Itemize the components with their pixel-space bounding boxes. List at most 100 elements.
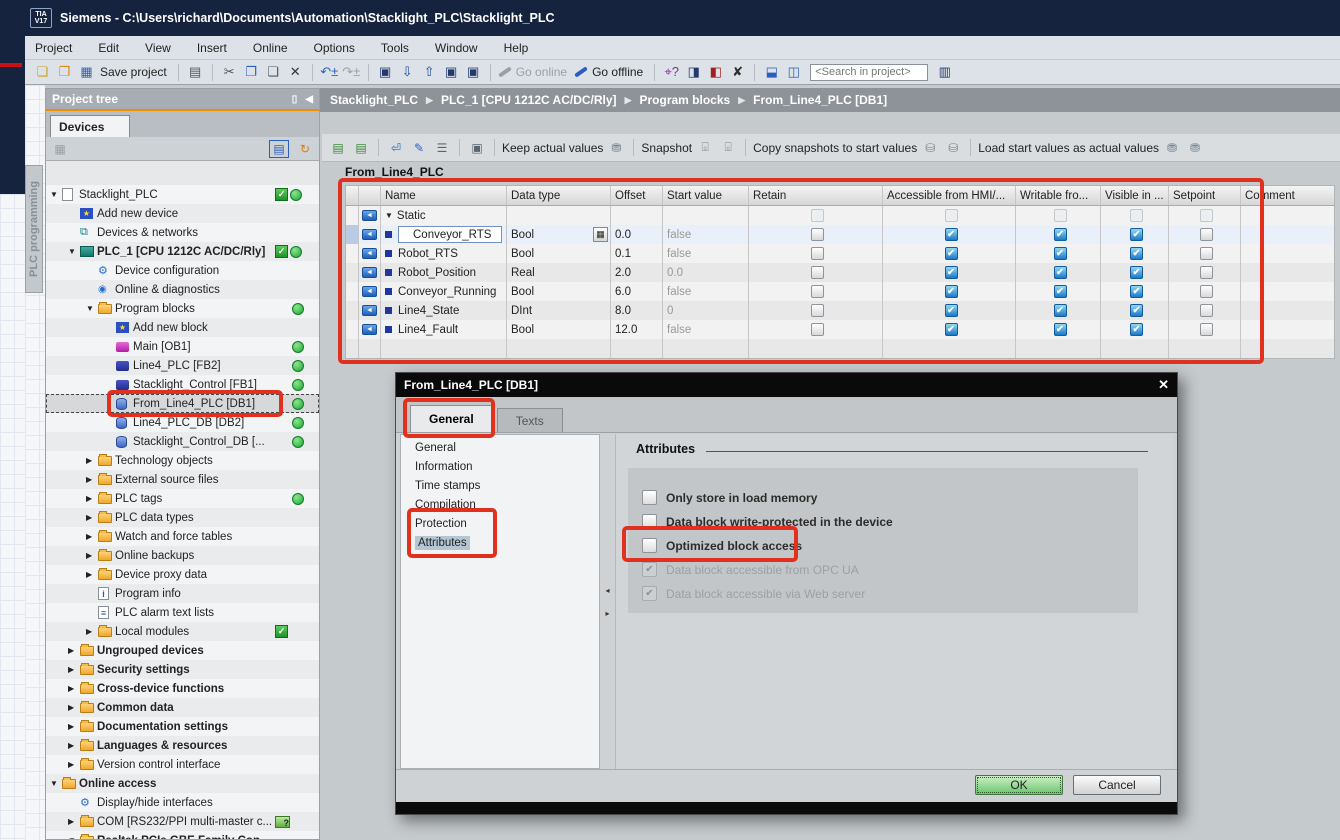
search-input[interactable]: <Search in project> — [810, 64, 928, 81]
nav-information[interactable]: Information — [401, 457, 599, 476]
attr-write-protected-row[interactable]: Data block write-protected in the device — [642, 514, 893, 529]
go-online-button[interactable]: Go online — [516, 65, 567, 79]
retain-checkbox[interactable] — [811, 228, 824, 241]
accessible-checkbox[interactable]: ✔ — [945, 247, 958, 260]
tree-item-com-interface[interactable]: ▶COM [RS232/PPI multi-master c...? — [46, 812, 319, 831]
comment-cell[interactable] — [1241, 263, 1334, 282]
go-offline-icon[interactable] — [574, 66, 588, 77]
writable-checkbox[interactable]: ✔ — [1054, 285, 1067, 298]
redo-icon[interactable]: ↷± — [342, 63, 361, 82]
copy-snapshots-button[interactable]: Copy snapshots to start values — [753, 141, 917, 155]
initialize-setpoints-icon[interactable]: ✎ — [409, 138, 429, 157]
retain-checkbox[interactable] — [811, 247, 824, 260]
cut-icon[interactable]: ✂ — [220, 63, 239, 82]
breadcrumb-program-blocks[interactable]: Program blocks — [639, 93, 730, 107]
write-protected-checkbox[interactable] — [642, 514, 657, 529]
tree-item-local-modules[interactable]: ▶Local modules✓ — [46, 622, 319, 641]
reset-start-values-icon[interactable]: ⏎ — [386, 138, 406, 157]
accessible-checkbox[interactable]: ✔ — [945, 304, 958, 317]
menu-tools[interactable]: Tools — [381, 41, 409, 55]
menu-online[interactable]: Online — [253, 41, 288, 55]
details-view-icon[interactable]: ▤ — [269, 140, 289, 158]
tree-item-realtek-interface[interactable]: ▼Realtek PCIe GBE Family Con... — [46, 831, 319, 839]
snapshot-button[interactable]: Snapshot — [641, 141, 692, 155]
tree-item-security-settings[interactable]: ▶Security settings — [46, 660, 319, 679]
tree-item-technology-objects[interactable]: ▶Technology objects — [46, 451, 319, 470]
col-writable[interactable]: Writable fro... — [1016, 186, 1101, 205]
retain-checkbox[interactable] — [811, 266, 824, 279]
menu-view[interactable]: View — [145, 41, 171, 55]
accessible-checkbox[interactable]: ✔ — [945, 323, 958, 336]
comment-cell[interactable] — [1241, 301, 1334, 320]
print-icon[interactable]: ▤ — [186, 63, 205, 82]
visible-checkbox[interactable] — [1130, 209, 1143, 222]
writable-checkbox[interactable]: ✔ — [1054, 266, 1067, 279]
keep-values-db-icon[interactable]: ⛃ — [606, 138, 626, 157]
col-start-value[interactable]: Start value — [663, 186, 749, 205]
load-values-icon[interactable]: ⛃ — [1162, 138, 1182, 157]
comment-cell[interactable] — [1241, 244, 1334, 263]
splitter-left-icon[interactable]: ◂ — [605, 586, 609, 595]
visible-checkbox[interactable]: ✔ — [1130, 228, 1143, 241]
retain-checkbox[interactable] — [811, 323, 824, 336]
menu-help[interactable]: Help — [504, 41, 529, 55]
open-project-icon[interactable]: ❐ — [55, 63, 74, 82]
dialog-title-bar[interactable]: From_Line4_PLC [DB1] ✕ — [396, 373, 1177, 397]
tree-item-program-info[interactable]: iProgram info — [46, 584, 319, 603]
ok-button[interactable]: OK — [975, 775, 1063, 795]
attr-only-store-row[interactable]: Only store in load memory — [642, 490, 817, 505]
breadcrumb-plc[interactable]: PLC_1 [CPU 1212C AC/DC/Rly] — [441, 93, 617, 107]
setpoint-checkbox[interactable] — [1200, 323, 1213, 336]
keep-actual-values-button[interactable]: Keep actual values — [502, 141, 603, 155]
tree-item-add-new-device[interactable]: ★Add new device — [46, 204, 319, 223]
split-editor-vertical-icon[interactable]: ◫ — [784, 63, 803, 82]
new-project-icon[interactable]: ❏ — [33, 63, 52, 82]
tree-item-version-control-interface[interactable]: ▶Version control interface — [46, 755, 319, 774]
writable-checkbox[interactable]: ✔ — [1054, 228, 1067, 241]
tree-item-languages-resources[interactable]: ▶Languages & resources — [46, 736, 319, 755]
tree-item-stacklight-control-db[interactable]: Stacklight_Control_DB [... — [46, 432, 319, 451]
tree-item-line4-plc-fb2[interactable]: Line4_PLC [FB2] — [46, 356, 319, 375]
nav-compilation[interactable]: Compilation — [401, 495, 599, 514]
tree-item-plc-alarm-text-lists[interactable]: ≡PLC alarm text lists — [46, 603, 319, 622]
breadcrumb-db1[interactable]: From_Line4_PLC [DB1] — [753, 93, 887, 107]
go-online-icon[interactable] — [498, 66, 512, 77]
setpoint-checkbox[interactable] — [1200, 228, 1213, 241]
start-cpu-icon[interactable]: ◨ — [684, 63, 703, 82]
table-row-conveyor-running[interactable]: ◄ Conveyor_Running Bool 6.0 false ✔ ✔ ✔ — [346, 282, 1334, 301]
comment-cell[interactable] — [1241, 320, 1334, 339]
table-row-line4-fault[interactable]: ◄ Line4_Fault Bool 12.0 false ✔ ✔ ✔ — [346, 320, 1334, 339]
accessible-checkbox[interactable]: ✔ — [945, 285, 958, 298]
copy-snapshot-icon[interactable]: ⛁ — [920, 138, 940, 157]
writable-checkbox[interactable]: ✔ — [1054, 323, 1067, 336]
save-project-icon[interactable]: ▦ — [77, 63, 96, 82]
retain-checkbox[interactable] — [811, 304, 824, 317]
copy-icon[interactable]: ❐ — [242, 63, 261, 82]
tree-item-display-hide-interfaces[interactable]: ⚙Display/hide interfaces — [46, 793, 319, 812]
refresh-view-icon[interactable]: ↻ — [295, 140, 315, 158]
table-row-robot-position[interactable]: ◄ Robot_Position Real 2.0 0.0 ✔ ✔ ✔ — [346, 263, 1334, 282]
writable-checkbox[interactable]: ✔ — [1054, 304, 1067, 317]
menu-edit[interactable]: Edit — [98, 41, 119, 55]
start-runtime-icon[interactable]: ▣ — [464, 63, 483, 82]
pin-panel-icon[interactable]: ▯ — [292, 94, 298, 105]
only-store-checkbox[interactable] — [642, 490, 657, 505]
nav-general[interactable]: General — [401, 438, 599, 457]
visible-checkbox[interactable]: ✔ — [1130, 323, 1143, 336]
breadcrumb-project[interactable]: Stacklight_PLC — [330, 93, 418, 107]
monitor-values-icon[interactable]: ▣ — [467, 138, 487, 157]
visible-checkbox[interactable]: ✔ — [1130, 266, 1143, 279]
data-type-picker-button[interactable]: ▦ — [593, 227, 608, 242]
expand-members-icon[interactable]: ☰ — [432, 138, 452, 157]
snapshot-load-icon[interactable]: ⌻ — [718, 138, 738, 157]
tab-devices[interactable]: Devices — [50, 115, 130, 137]
tab-texts[interactable]: Texts — [497, 408, 563, 432]
col-name[interactable]: Name — [381, 186, 507, 205]
table-row-static-group[interactable]: ◄ ▼Static — [346, 206, 1334, 225]
tree-item-external-source-files[interactable]: ▶External source files — [46, 470, 319, 489]
save-project-button[interactable]: Save project — [100, 65, 167, 79]
collapse-panel-icon[interactable]: ◀ — [305, 94, 313, 105]
visible-checkbox[interactable]: ✔ — [1130, 247, 1143, 260]
table-row-line4-state[interactable]: ◄ Line4_State DInt 8.0 0 ✔ ✔ ✔ — [346, 301, 1334, 320]
tree-item-device-configuration[interactable]: ⚙Device configuration — [46, 261, 319, 280]
